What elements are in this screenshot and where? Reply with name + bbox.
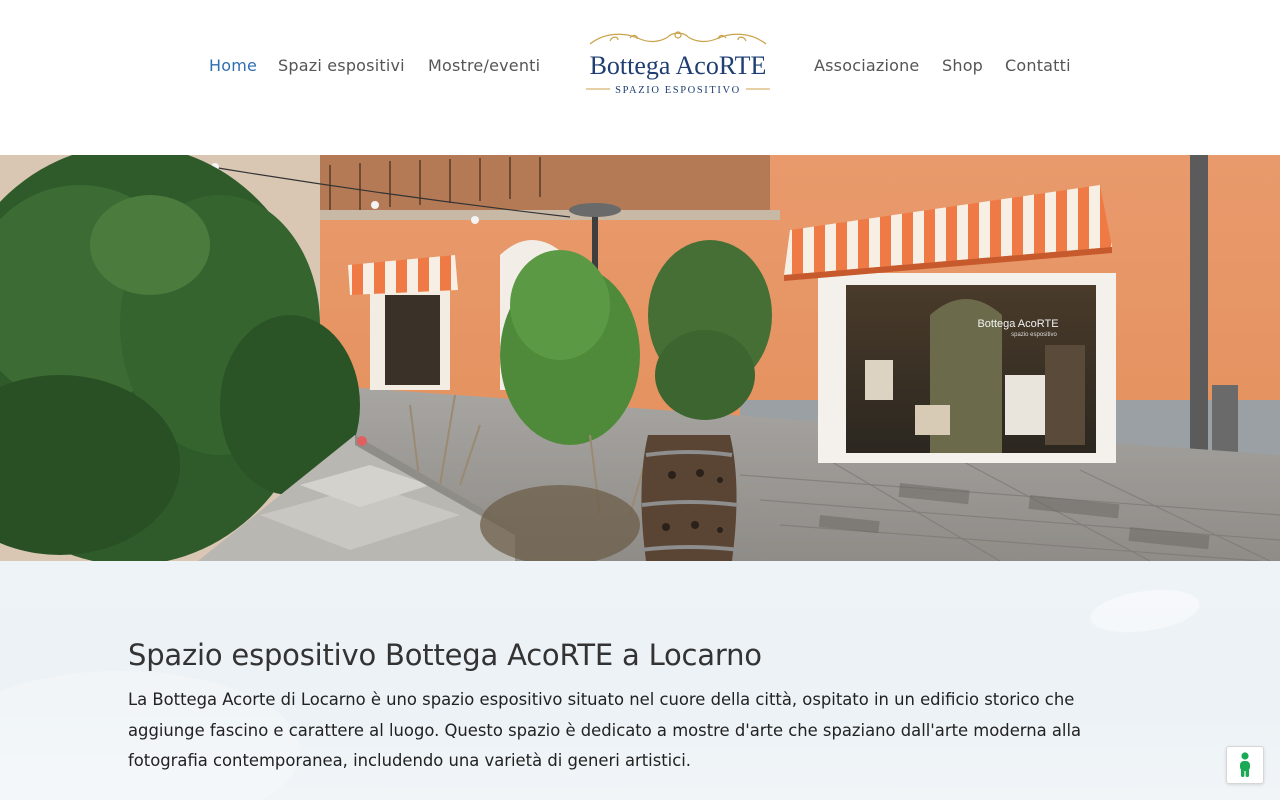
- nav-contatti[interactable]: Contatti: [1005, 56, 1071, 75]
- hero-image: Bottega AcoRTE spazio espositivo: [0, 155, 1280, 561]
- accessibility-button[interactable]: [1226, 746, 1264, 784]
- section-text: La Bottega Acorte di Locarno è uno spazi…: [128, 690, 1082, 770]
- nav-associazione[interactable]: Associazione: [814, 56, 919, 75]
- nav-shop[interactable]: Shop: [942, 56, 983, 75]
- intro-section: Spazio espositivo Bottega AcoRTE a Locar…: [0, 561, 1280, 800]
- decorative-shape: [1087, 583, 1203, 639]
- logo-subtitle: SPAZIO ESPOSITIVO: [615, 85, 741, 96]
- site-logo[interactable]: Bottega AcoRTE SPAZIO ESPOSITIVO: [580, 26, 776, 100]
- nav-mostre-eventi[interactable]: Mostre/eventi: [428, 56, 540, 75]
- shop-sign-text: Bottega AcoRTE: [977, 318, 1058, 330]
- logo-title: Bottega AcoRTE: [590, 51, 767, 80]
- accessibility-icon: [1240, 752, 1250, 777]
- nav-spazi-espositivi[interactable]: Spazi espositivi: [278, 56, 405, 75]
- site-header: Home Spazi espositivi Mostre/eventi Bott…: [0, 0, 1280, 155]
- nav-home[interactable]: Home: [209, 56, 257, 75]
- shop-sign-subtext: spazio espositivo: [1011, 332, 1057, 338]
- logo-ornament: [589, 31, 767, 45]
- section-title: Spazio espositivo Bottega AcoRTE a Locar…: [128, 638, 762, 672]
